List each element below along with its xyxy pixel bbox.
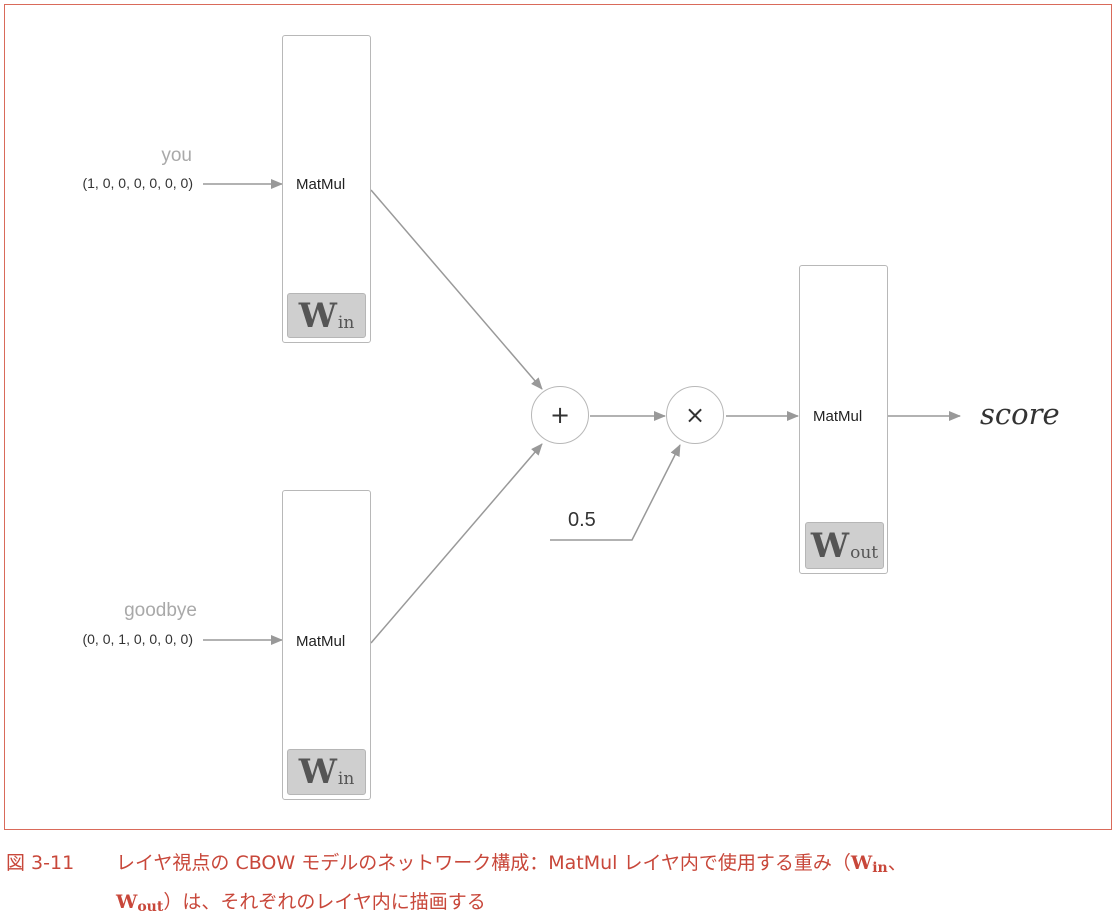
input-word-you: you <box>161 145 192 166</box>
multiply-node: × <box>666 386 724 444</box>
matmul-label: MatMul <box>813 408 863 425</box>
input-vector-goodbye: (0, 0, 1, 0, 0, 0, 0) <box>82 631 193 647</box>
matmul-layer-out: MatMul Wout <box>799 265 888 574</box>
matmul-label: MatMul <box>296 176 346 193</box>
weight-in-tag: Win <box>287 293 366 338</box>
weight-subscript: out <box>850 542 879 563</box>
connector-layer <box>203 179 961 645</box>
matmul-label: MatMul <box>296 633 346 650</box>
weight-out-tag: Wout <box>805 522 884 569</box>
caption-w-letter: W <box>116 891 138 913</box>
input-vector-you: (1, 0, 0, 0, 0, 0, 0) <box>82 175 193 191</box>
caption-w-subscript: out <box>137 899 164 915</box>
caption-text-before: レイヤ視点の CBOW モデルのネットワーク構成：MatMul レイヤ内で使用す… <box>116 852 851 874</box>
figure-caption: 図 3-11 レイヤ視点の CBOW モデルのネットワーク構成：MatMul レイ… <box>6 846 1114 924</box>
weight-letter: W <box>298 752 337 792</box>
arrow-matmul-bottom-to-add <box>370 443 543 644</box>
output-score-label: score <box>980 397 1060 431</box>
caption-weight-in: Win <box>850 852 888 876</box>
matmul-layer-bottom: MatMul Win <box>282 490 371 800</box>
weight-in-tag: Win <box>287 749 366 795</box>
caption-w-subscript: in <box>872 860 888 876</box>
input-word-goodbye: goodbye <box>124 600 197 621</box>
caption-weight-out: Wout <box>116 891 164 915</box>
caption-text-after: ）は、それぞれのレイヤ内に描画する <box>163 891 486 913</box>
figure-number: 図 3-11 <box>6 852 75 874</box>
weight-letter: W <box>298 295 337 336</box>
weight-subscript: in <box>337 312 355 333</box>
add-node: + <box>531 386 589 444</box>
arrow-matmul-top-to-add <box>370 189 543 390</box>
matmul-layer-top: MatMul Win <box>282 35 371 343</box>
half-constant: 0.5 <box>568 509 596 531</box>
caption-line-2: Wout）は、それぞれのレイヤ内に描画する <box>6 885 1114 924</box>
weight-subscript: in <box>337 769 355 789</box>
caption-separator: 、 <box>887 852 907 874</box>
weight-letter: W <box>810 525 850 566</box>
caption-w-letter: W <box>850 852 873 874</box>
